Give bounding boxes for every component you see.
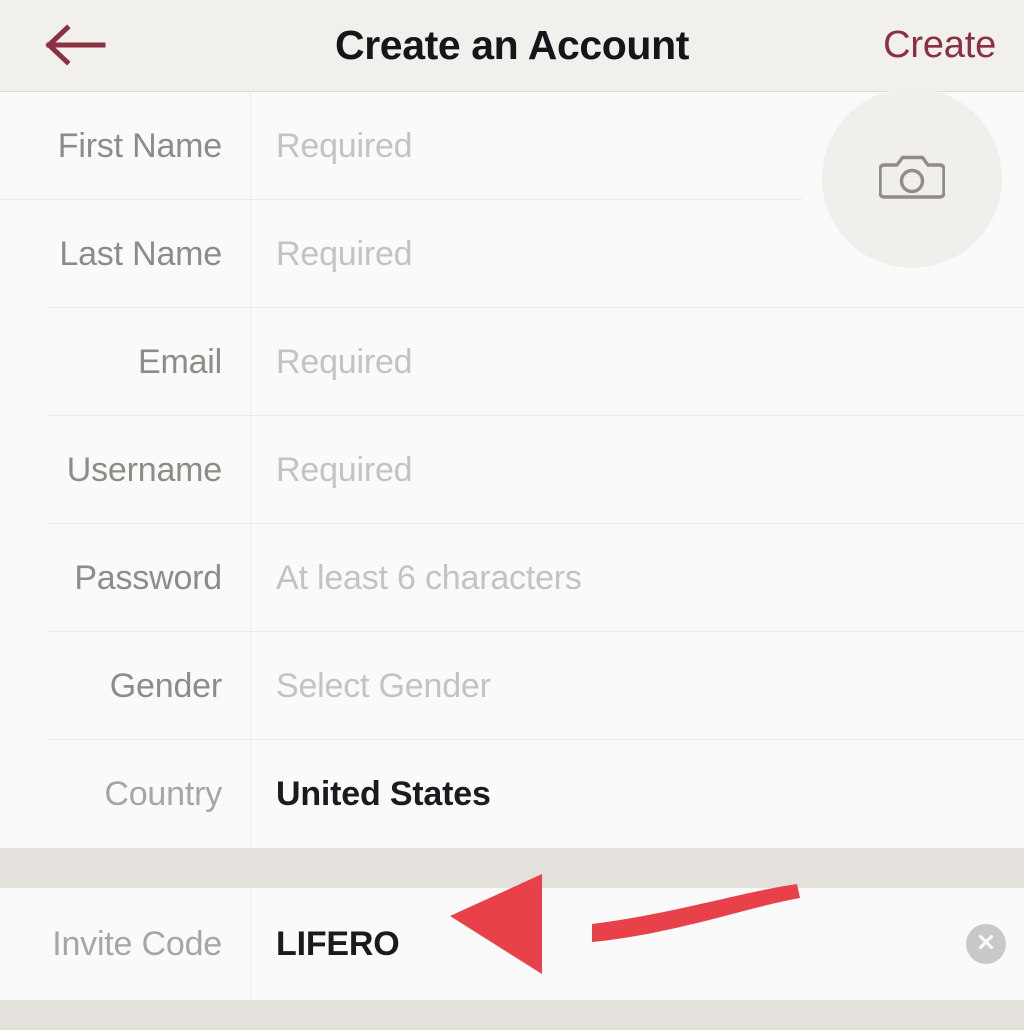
app-header: Create an Account Create <box>0 0 1024 92</box>
field-label-username: Username <box>66 450 222 489</box>
avatar-photo-picker[interactable] <box>822 88 1002 268</box>
field-input-password[interactable]: At least 6 characters <box>250 559 1024 598</box>
column-divider <box>250 740 251 848</box>
field-label-invite-code: Invite Code <box>52 924 222 963</box>
form-row-gender[interactable]: Gender Select Gender <box>0 632 1024 740</box>
field-label-email: Email <box>137 342 222 381</box>
bottom-separator <box>0 1000 1024 1030</box>
column-divider <box>250 888 251 1000</box>
field-select-country[interactable]: United States <box>250 775 1024 814</box>
form-row-invite-code[interactable]: Invite Code LIFERO <box>0 888 1024 1000</box>
create-button[interactable]: Create <box>883 14 996 76</box>
column-divider <box>250 200 251 308</box>
form-row-username[interactable]: Username Required <box>0 416 1024 524</box>
page-title: Create an Account <box>335 22 689 68</box>
field-label-first-name: First Name <box>57 126 222 165</box>
column-divider <box>250 632 251 740</box>
clear-invite-code-button[interactable] <box>966 924 1006 964</box>
column-divider <box>250 416 251 524</box>
field-label-last-name: Last Name <box>59 234 222 273</box>
field-input-email[interactable]: Required <box>250 343 1024 382</box>
create-account-screen: Create an Account Create First Name Requ… <box>0 0 1024 1030</box>
form-row-country[interactable]: Country United States <box>0 740 1024 848</box>
section-separator <box>0 848 1024 888</box>
field-label-gender: Gender <box>109 666 222 705</box>
field-label-country: Country <box>104 774 222 813</box>
camera-icon <box>878 149 946 208</box>
field-input-invite-code[interactable]: LIFERO <box>250 925 1024 964</box>
clear-circle-icon <box>975 931 997 958</box>
column-divider <box>250 524 251 632</box>
column-divider <box>250 308 251 416</box>
field-select-gender[interactable]: Select Gender <box>250 667 1024 706</box>
column-divider <box>250 92 251 200</box>
form-row-email[interactable]: Email Required <box>0 308 1024 416</box>
form-row-password[interactable]: Password At least 6 characters <box>0 524 1024 632</box>
field-label-password: Password <box>74 558 222 597</box>
field-input-username[interactable]: Required <box>250 451 1024 490</box>
